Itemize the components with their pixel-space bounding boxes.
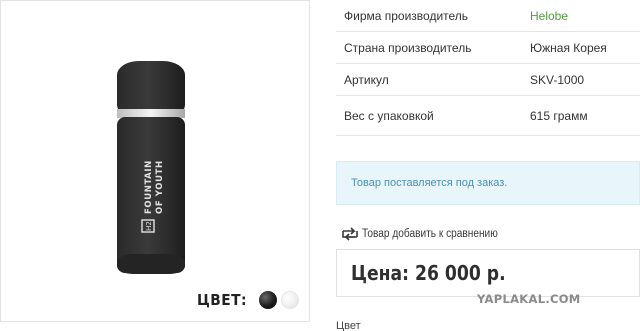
- color-label: ЦВЕТ:: [197, 291, 247, 309]
- spec-table: Фирма производитель Helobe Страна произв…: [336, 0, 640, 136]
- color-section-label: Цвет: [336, 320, 361, 331]
- add-to-compare-link[interactable]: Товар добавить к сравнению: [340, 225, 516, 243]
- brand-link[interactable]: Helobe: [530, 9, 640, 23]
- order-notice: Товар поставляется под заказ.: [336, 161, 640, 205]
- spec-row-sku: Артикул SKV-1000: [336, 64, 640, 96]
- bottle-text-line1: FOUNTAIN: [144, 160, 154, 214]
- spec-row-weight: Вес с упаковкой 615 грамм: [336, 96, 640, 136]
- spec-label: Артикул: [344, 72, 389, 87]
- product-bottle-image: H2 FOUNTAIN OF YOUTH: [117, 61, 185, 274]
- spec-label: Вес с упаковкой: [344, 108, 434, 123]
- product-image-panel: H2 FOUNTAIN OF YOUTH ЦВЕТ:: [0, 0, 310, 322]
- price: Цена: 26 000 р.: [351, 261, 506, 285]
- spec-label: Страна производитель: [344, 40, 472, 55]
- color-swatch-white[interactable]: [281, 291, 300, 309]
- spec-row-country: Страна производитель Южная Корея: [336, 32, 640, 64]
- spec-value: SKV-1000: [530, 72, 585, 87]
- spec-value: Южная Корея: [530, 40, 607, 55]
- order-notice-text: Товар поставляется под заказ.: [351, 177, 508, 189]
- color-swatch-black[interactable]: [259, 291, 278, 309]
- compare-icon: [342, 227, 358, 241]
- bottle-text-line2: OF YOUTH: [155, 160, 165, 214]
- watermark: YAPLAKAL.COM: [477, 292, 581, 306]
- spec-value: 615 грамм: [530, 108, 588, 123]
- svg-text:H2: H2: [145, 221, 153, 231]
- price-box: Цена: 26 000 р.: [336, 249, 640, 297]
- spec-label: Фирма производитель: [344, 8, 469, 23]
- spec-row-brand: Фирма производитель Helobe: [336, 0, 640, 32]
- add-to-compare-label: Товар добавить к сравнению: [362, 228, 498, 240]
- color-selector: ЦВЕТ:: [197, 289, 300, 311]
